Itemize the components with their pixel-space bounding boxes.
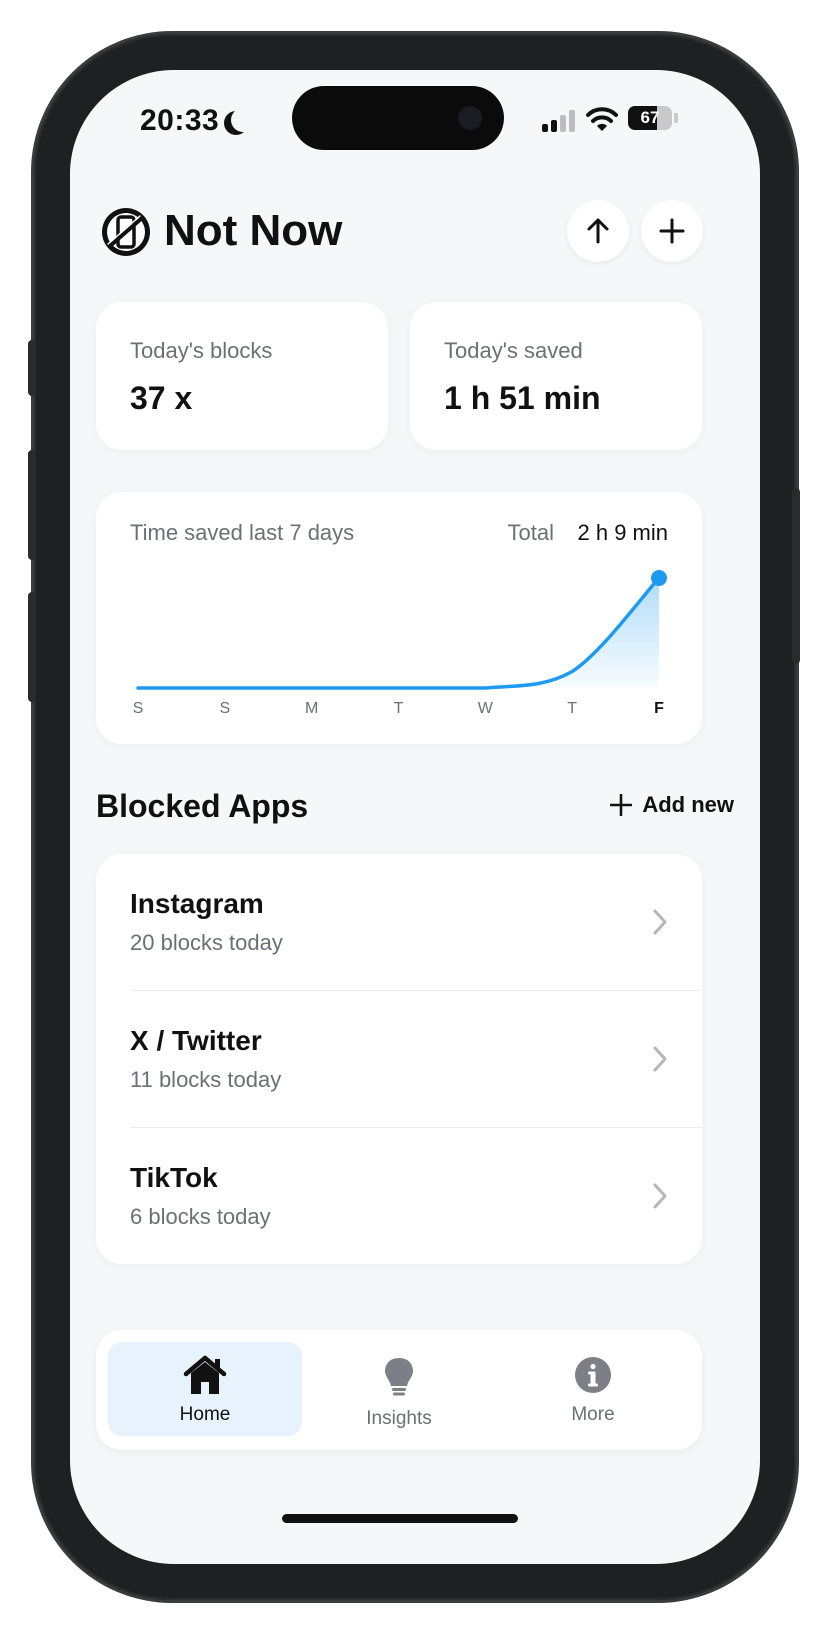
chart-point-latest <box>651 570 667 586</box>
todays-blocks-value: 37 x <box>130 380 193 416</box>
info-icon <box>575 1357 611 1393</box>
app-logo-icon <box>102 208 150 256</box>
action-button <box>28 340 36 396</box>
chevron-right-icon <box>653 1183 667 1209</box>
todays-saved-label: Today's saved <box>444 338 583 363</box>
home-indicator <box>282 1514 518 1523</box>
app-blocks-count: 20 blocks today <box>130 930 283 955</box>
x-tick-label: W <box>478 700 494 717</box>
add-new-label: Add new <box>642 792 734 817</box>
chevron-right-icon <box>653 1046 667 1072</box>
todays-saved-value: 1 h 51 min <box>444 380 601 416</box>
home-icon <box>183 1355 227 1394</box>
todays-saved-card: Today's saved 1 h 51 min <box>410 302 702 450</box>
chevron-right-icon <box>653 909 667 935</box>
add-new-app-button[interactable]: Add new <box>610 792 734 818</box>
status-time: 20:33 <box>140 104 220 137</box>
blocked-app-row-instagram[interactable]: Instagram 20 blocks today <box>96 854 702 990</box>
tab-label: Home <box>179 1404 231 1425</box>
arrow-up-icon <box>587 218 609 244</box>
app-blocks-count: 6 blocks today <box>130 1204 271 1229</box>
tab-insights[interactable]: Insights <box>302 1342 496 1436</box>
x-tick-label: T <box>567 700 577 717</box>
battery-level: 67 <box>640 108 660 127</box>
power-button <box>792 488 800 664</box>
x-tick-label: F <box>654 700 664 717</box>
page-title: Not Now <box>164 206 343 255</box>
x-tick-label: S <box>133 700 144 717</box>
focus-moon-icon <box>231 108 255 132</box>
share-button[interactable] <box>567 200 629 262</box>
blocked-apps-title: Blocked Apps <box>96 788 309 824</box>
add-button[interactable] <box>641 200 703 262</box>
blocked-app-row-x-twitter[interactable]: X / Twitter 11 blocks today <box>96 991 702 1127</box>
blocked-apps-list: Instagram 20 blocks today X / Twitter 11… <box>96 854 702 1264</box>
app-blocks-count: 11 blocks today <box>130 1067 282 1092</box>
todays-blocks-label: Today's blocks <box>130 338 273 363</box>
app-name: X / Twitter <box>130 1025 262 1056</box>
app-name: Instagram <box>130 888 264 919</box>
tab-home[interactable]: Home <box>108 1342 302 1436</box>
x-tick-label: S <box>219 700 230 717</box>
plus-icon <box>659 218 685 244</box>
screen: 20:33 67 Not Now Today's blocks 37 x Tod… <box>70 70 760 1564</box>
battery-icon: 67 <box>628 106 672 130</box>
blocked-app-row-tiktok[interactable]: TikTok 6 blocks today <box>96 1128 702 1264</box>
cellular-signal-icon <box>542 110 576 132</box>
todays-blocks-card: Today's blocks 37 x <box>96 302 388 450</box>
battery-tip <box>674 113 678 123</box>
time-saved-chart: SSMTWTF <box>133 570 667 717</box>
lightbulb-icon <box>385 1358 413 1396</box>
volume-up-button <box>28 450 36 560</box>
plus-icon <box>610 794 633 816</box>
app-name: TikTok <box>130 1162 218 1193</box>
x-tick-label: T <box>394 700 404 717</box>
camera-icon <box>458 106 482 130</box>
chart-area <box>138 578 659 688</box>
time-saved-chart-card: Time saved last 7 days Total 2 h 9 min S… <box>96 492 702 744</box>
x-tick-label: M <box>305 700 318 717</box>
volume-down-button <box>28 592 36 702</box>
tab-bar: Home Insights More <box>96 1330 702 1450</box>
tab-more[interactable]: More <box>496 1342 690 1436</box>
wifi-icon <box>586 107 618 131</box>
dynamic-island <box>292 86 504 150</box>
tab-label: More <box>571 1404 615 1425</box>
tab-label: Insights <box>366 1408 432 1429</box>
